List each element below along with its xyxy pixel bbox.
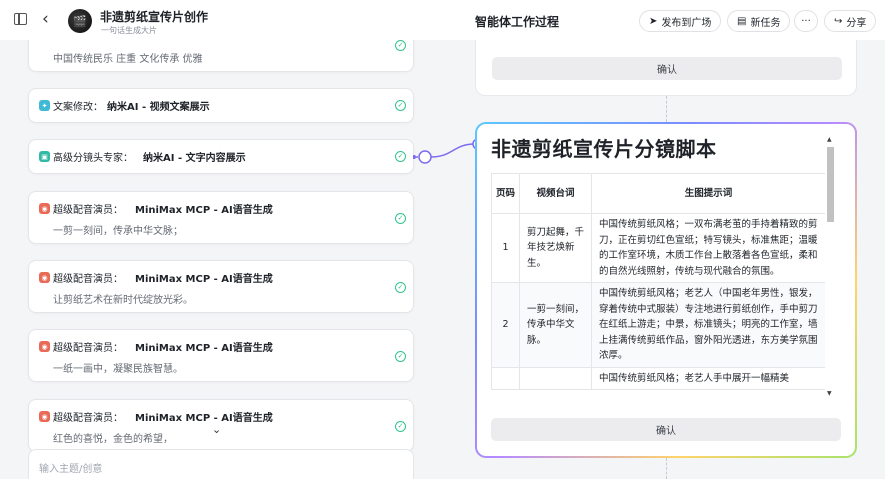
check-circle-icon: ✓ bbox=[395, 100, 406, 111]
workflow-tool: MiniMax MCP - AI语音生成 bbox=[135, 413, 273, 424]
workflow-role: 文案修改： bbox=[53, 102, 103, 113]
cell-page: 2 bbox=[491, 282, 520, 368]
scroll-down-arrow-icon[interactable]: ▼ bbox=[827, 390, 832, 397]
voice-icon: ◉ bbox=[39, 411, 50, 422]
check-circle-icon: ✓ bbox=[395, 151, 406, 162]
scroll-to-bottom-icon[interactable]: ⌄ bbox=[212, 423, 221, 436]
check-circle-icon: ✓ bbox=[395, 40, 406, 51]
workflow-card-partial[interactable]: 中国传统民乐 庄重 文化传承 优雅 ✓ bbox=[28, 40, 414, 72]
workflow-desc: 红色的喜悦，金色的希望， bbox=[53, 434, 173, 445]
workflow-role: 高级分镜头专家： bbox=[53, 153, 133, 164]
table-row: 2 一剪一刻间，传承中华文脉。 中国传统剪纸风格；老艺人（中国老年男性，银发，穿… bbox=[491, 282, 825, 368]
app-logo: 🎬 bbox=[68, 9, 92, 33]
storyboard-table-area[interactable]: 页码 视频台词 生图提示词 1 剪刀起舞，千年技艺焕新生。 中国传统剪纸风格；一… bbox=[491, 173, 825, 401]
publish-label: 发布到广场 bbox=[661, 17, 712, 29]
scroll-up-arrow-icon[interactable]: ▲ bbox=[827, 136, 832, 143]
publish-button[interactable]: ➤ 发布到广场 bbox=[639, 10, 722, 32]
voice-icon: ◉ bbox=[39, 203, 50, 214]
cell-page: 1 bbox=[491, 213, 520, 283]
voice-icon: ◉ bbox=[39, 272, 50, 283]
workflow-desc: 让剪纸艺术在新时代绽放光彩。 bbox=[53, 295, 193, 306]
workflow-card[interactable]: ◉ 超级配音演员： MiniMax MCP - AI语音生成 一剪一刻间，传承中… bbox=[28, 191, 414, 244]
workflow-role: 超级配音演员： bbox=[53, 343, 123, 354]
storyboard-node: 非遗剪纸宣传片分镜脚本 页码 视频台词 生图提示词 1 剪刀起舞，千年技艺焕新生… bbox=[475, 122, 857, 458]
share-icon: ↪ bbox=[834, 15, 843, 27]
flow-dashed-line bbox=[666, 96, 667, 122]
back-arrow-icon[interactable]: ‹ bbox=[42, 9, 49, 29]
workflow-tool: 纳米AI - 视频文案展示 bbox=[107, 102, 210, 113]
scrollbar-thumb[interactable] bbox=[827, 147, 834, 222]
new-task-button[interactable]: ▤ 新任务 bbox=[727, 10, 791, 32]
new-task-icon: ▤ bbox=[737, 15, 747, 27]
sidebar-toggle-icon[interactable] bbox=[14, 13, 27, 25]
voice-icon: ◉ bbox=[39, 341, 50, 352]
table-row: 中国传统剪纸风格；老艺人手中展开一幅精美 bbox=[491, 366, 825, 390]
check-circle-icon: ✓ bbox=[395, 421, 406, 432]
table-scrollbar[interactable]: ▲ ▼ bbox=[825, 136, 835, 402]
previous-node-card: 确认 bbox=[475, 40, 857, 96]
page-title: 智能体工作过程 bbox=[475, 15, 560, 29]
flow-dashed-line bbox=[666, 458, 667, 479]
workflow-role: 超级配音演员： bbox=[53, 205, 123, 216]
cell-page bbox=[491, 366, 520, 390]
col-header-line: 视频台词 bbox=[519, 173, 592, 214]
workflow-desc: 一剪一刻间，传承中华文脉； bbox=[53, 226, 183, 237]
cell-line: 一剪一刻间，传承中华文脉。 bbox=[519, 282, 592, 368]
workflow-tool: MiniMax MCP - AI语音生成 bbox=[135, 205, 273, 216]
topic-input[interactable]: 输入主题/创意 bbox=[28, 449, 414, 479]
workflow-tool: 纳米AI - 文字内容展示 bbox=[143, 153, 246, 164]
workflow-panel: 中国传统民乐 庄重 文化传承 优雅 ✓ ✦ 文案修改： 纳米AI - 视频文案展… bbox=[0, 40, 440, 479]
workflow-card[interactable]: ◉ 超级配音演员： MiniMax MCP - AI语音生成 让剪纸艺术在新时代… bbox=[28, 260, 414, 313]
copywriting-icon: ✦ bbox=[39, 100, 50, 111]
new-task-label: 新任务 bbox=[750, 17, 781, 29]
check-circle-icon: ✓ bbox=[395, 213, 406, 224]
app-title: 非遗剪纸宣传片创作 bbox=[100, 10, 209, 24]
cell-prompt: 中国传统剪纸风格；老艺人手中展开一幅精美 bbox=[591, 366, 825, 390]
workflow-card[interactable]: ▣ 高级分镜头专家： 纳米AI - 文字内容展示 ✓ bbox=[28, 139, 414, 174]
share-button[interactable]: ↪ 分享 bbox=[824, 10, 877, 32]
workflow-role: 超级配音演员： bbox=[53, 413, 123, 424]
cell-prompt: 中国传统剪纸风格；一双布满老茧的手持着精致的剪刀，正在剪切红色宣纸；特写镜头，标… bbox=[591, 213, 825, 283]
workflow-tool: MiniMax MCP - AI语音生成 bbox=[135, 343, 273, 354]
workflow-role: 超级配音演员： bbox=[53, 274, 123, 285]
doc-title: 非遗剪纸宣传片分镜脚本 bbox=[491, 137, 717, 161]
check-circle-icon: ✓ bbox=[395, 282, 406, 293]
cell-line bbox=[519, 366, 592, 390]
top-bar: ‹ 🎬 非遗剪纸宣传片创作 一句话生成大片 智能体工作过程 ➤ 发布到广场 ▤ … bbox=[0, 0, 885, 40]
confirm-button[interactable]: 确认 bbox=[491, 418, 841, 441]
col-header-page: 页码 bbox=[491, 173, 520, 214]
workflow-tool: MiniMax MCP - AI语音生成 bbox=[135, 274, 273, 285]
storyboard-icon: ▣ bbox=[39, 151, 50, 162]
confirm-button-top[interactable]: 确认 bbox=[492, 57, 842, 80]
check-circle-icon: ✓ bbox=[395, 351, 406, 362]
cell-line: 剪刀起舞，千年技艺焕新生。 bbox=[519, 213, 592, 283]
more-button[interactable]: ··· bbox=[794, 10, 818, 32]
table-row: 1 剪刀起舞，千年技艺焕新生。 中国传统剪纸风格；一双布满老茧的手持着精致的剪刀… bbox=[491, 213, 825, 283]
more-icon: ··· bbox=[801, 15, 811, 27]
cell-prompt: 中国传统剪纸风格；老艺人（中国老年男性，银发，穿着传统中式服装）专注地进行剪纸创… bbox=[591, 282, 825, 368]
app-subtitle: 一句话生成大片 bbox=[101, 26, 157, 35]
workflow-card[interactable]: ◉ 超级配音演员： MiniMax MCP - AI语音生成 一纸一画中，凝聚民… bbox=[28, 329, 414, 382]
topic-input-placeholder: 输入主题/创意 bbox=[39, 464, 103, 475]
col-header-prompt: 生图提示词 bbox=[591, 173, 825, 214]
workflow-desc: 中国传统民乐 庄重 文化传承 优雅 bbox=[53, 54, 203, 65]
share-label: 分享 bbox=[846, 17, 867, 29]
storyboard-table: 页码 视频台词 生图提示词 1 剪刀起舞，千年技艺焕新生。 中国传统剪纸风格；一… bbox=[491, 173, 825, 390]
send-icon: ➤ bbox=[649, 15, 658, 27]
workflow-card[interactable]: ✦ 文案修改： 纳米AI - 视频文案展示 ✓ bbox=[28, 88, 414, 123]
workflow-desc: 一纸一画中，凝聚民族智慧。 bbox=[53, 364, 183, 375]
